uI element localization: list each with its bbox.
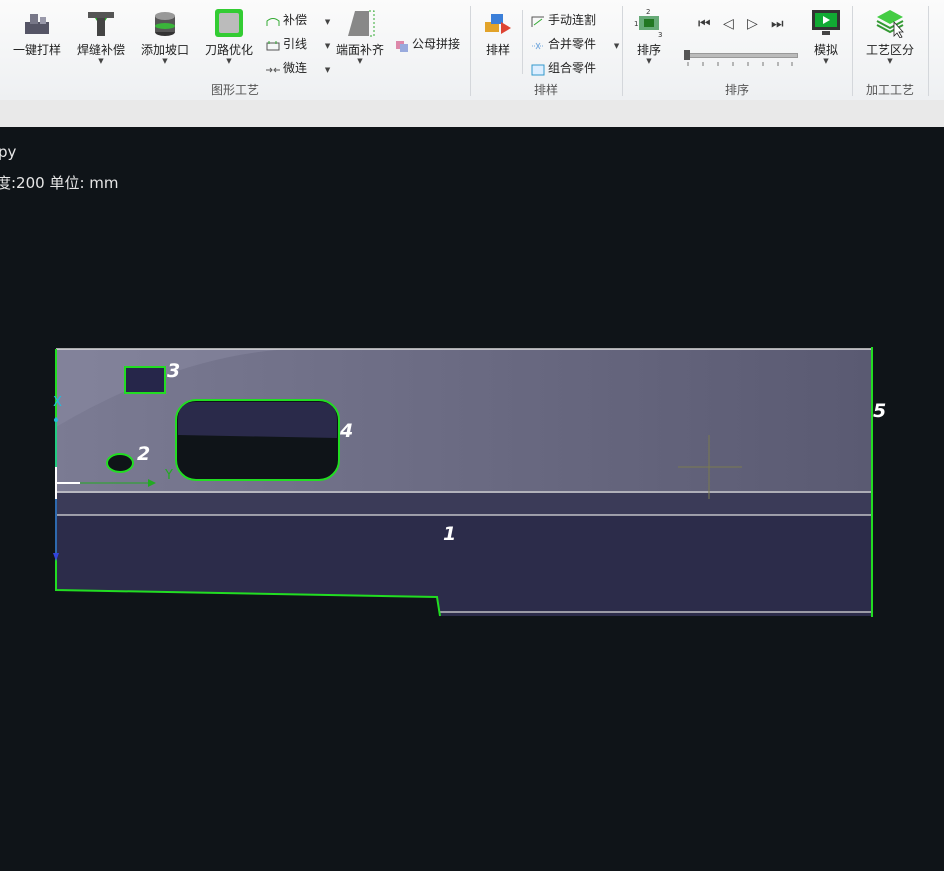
male-female-splice-button[interactable]: 公母拼接	[395, 35, 460, 52]
svg-text:1: 1	[634, 20, 638, 28]
lead-line-icon	[266, 40, 280, 50]
end-face-align-label: 端面补齐	[335, 43, 384, 57]
nest-button[interactable]: 排样	[478, 8, 518, 58]
part-drawing[interactable]	[0, 127, 944, 871]
sort-label: 排序	[636, 43, 661, 57]
chevron-down-icon[interactable]: ▼	[630, 58, 668, 65]
plate-band	[56, 493, 872, 515]
part-label-1: 1	[443, 523, 457, 545]
process-layers-icon	[875, 8, 905, 39]
sample-machine-icon	[22, 8, 52, 38]
ribbon-toolbar: 一键打样 焊缝补偿 ▼ 添加坡口 ▼ 刀路优化 ▼ 补偿 ▼ 引线 ▼ 微连 ▼	[0, 0, 944, 101]
axis-y-label: Y	[165, 468, 173, 483]
add-bevel-button[interactable]: 添加坡口 ▼	[138, 8, 192, 65]
path-optimize-label: 刀路优化	[204, 43, 253, 57]
hole-4-inner-face	[178, 402, 337, 438]
chevron-down-icon[interactable]: ▼	[862, 58, 918, 65]
end-face-align-icon	[345, 8, 375, 38]
chevron-down-icon[interactable]: ▼	[325, 18, 330, 26]
hole-2[interactable]	[106, 453, 134, 473]
lead-line-label: 引线	[283, 37, 308, 51]
chevron-down-icon[interactable]: ▼	[333, 58, 387, 65]
one-key-sample-label: 一键打样	[12, 43, 61, 57]
manual-continuous-cut-label: 手动连割	[548, 13, 597, 27]
part-label-5: 5	[873, 400, 887, 422]
chevron-down-icon[interactable]: ▼	[325, 42, 330, 50]
sort-progress-slider[interactable]	[684, 50, 798, 68]
nest-blocks-icon	[483, 8, 513, 38]
micro-joint-button[interactable]: 微连 ▼	[266, 59, 330, 76]
one-key-sample-button[interactable]: 一键打样	[10, 8, 64, 58]
micro-joint-label: 微连	[283, 61, 308, 75]
compensate-icon	[266, 16, 280, 26]
last-step-icon[interactable]: ⏭	[771, 16, 784, 32]
process-zone-button[interactable]: 工艺区分 ▼	[862, 8, 918, 65]
compensate-label: 补偿	[283, 13, 308, 27]
simulate-label: 模拟	[813, 43, 838, 57]
manual-continuous-cut-button[interactable]: 手动连割	[531, 11, 596, 28]
weld-compensation-button[interactable]: 焊缝补偿 ▼	[74, 8, 128, 65]
part-label-4: 4	[340, 420, 354, 442]
cad-canvas[interactable]: py 度:200 单位: mm X Y 1 2 3 4 5	[0, 127, 944, 871]
ribbon-sub-bar	[0, 100, 944, 127]
divider	[522, 10, 523, 74]
hole-3[interactable]	[124, 366, 166, 394]
svg-text:3: 3	[658, 31, 662, 38]
splice-icon	[395, 40, 409, 52]
chevron-down-icon[interactable]: ▼	[806, 58, 846, 65]
group-label-process: 加工工艺	[865, 83, 914, 97]
chevron-down-icon[interactable]: ▼	[614, 42, 619, 50]
sort-button[interactable]: 21 3 排序 ▼	[630, 8, 668, 65]
manual-cut-icon	[531, 16, 545, 27]
weld-compensation-label: 焊缝补偿	[76, 43, 125, 57]
combine-parts-button[interactable]: 组合零件	[531, 59, 596, 76]
compensate-button[interactable]: 补偿 ▼	[266, 11, 330, 28]
merge-parts-button[interactable]: 合并零件 ▼	[531, 35, 619, 52]
plate-bottom-face	[56, 515, 872, 616]
part-label-2: 2	[137, 443, 151, 465]
micro-joint-icon	[266, 64, 280, 74]
step-back-icon[interactable]: ◁	[723, 16, 734, 32]
step-forward-icon[interactable]: ▷	[747, 16, 758, 32]
bevel-cylinder-icon	[150, 8, 180, 38]
lead-line-button[interactable]: 引线 ▼	[266, 35, 330, 52]
process-zone-label: 工艺区分	[865, 43, 914, 57]
combine-parts-label: 组合零件	[548, 61, 597, 75]
chevron-down-icon[interactable]: ▼	[202, 58, 256, 65]
combine-parts-icon	[531, 64, 545, 75]
path-optimize-icon	[214, 8, 244, 38]
axis-x-label: X	[53, 395, 62, 410]
group-label-sorting: 排序	[724, 83, 749, 97]
chevron-down-icon[interactable]: ▼	[325, 66, 330, 74]
group-label-nesting: 排样	[533, 83, 558, 97]
add-bevel-label: 添加坡口	[140, 43, 189, 57]
end-face-align-button[interactable]: 端面补齐 ▼	[333, 8, 387, 65]
male-female-splice-label: 公母拼接	[412, 37, 461, 51]
first-step-icon[interactable]: ⏮	[698, 16, 711, 32]
svg-text:2: 2	[646, 8, 650, 16]
sort-order-icon: 21 3	[634, 8, 664, 39]
axis-x-dot	[54, 418, 58, 422]
part-label-3: 3	[167, 360, 181, 382]
merge-parts-label: 合并零件	[548, 37, 597, 51]
group-separator	[928, 6, 929, 96]
chevron-down-icon[interactable]: ▼	[74, 58, 128, 65]
simulate-button[interactable]: 模拟 ▼	[806, 8, 846, 65]
nest-label: 排样	[485, 43, 510, 57]
path-optimize-button[interactable]: 刀路优化 ▼	[202, 8, 256, 65]
group-label-graphics: 图形工艺	[210, 83, 259, 97]
chevron-down-icon[interactable]: ▼	[138, 58, 192, 65]
merge-parts-icon	[531, 40, 545, 50]
weld-t-icon	[86, 8, 116, 38]
simulate-monitor-icon	[811, 8, 841, 38]
